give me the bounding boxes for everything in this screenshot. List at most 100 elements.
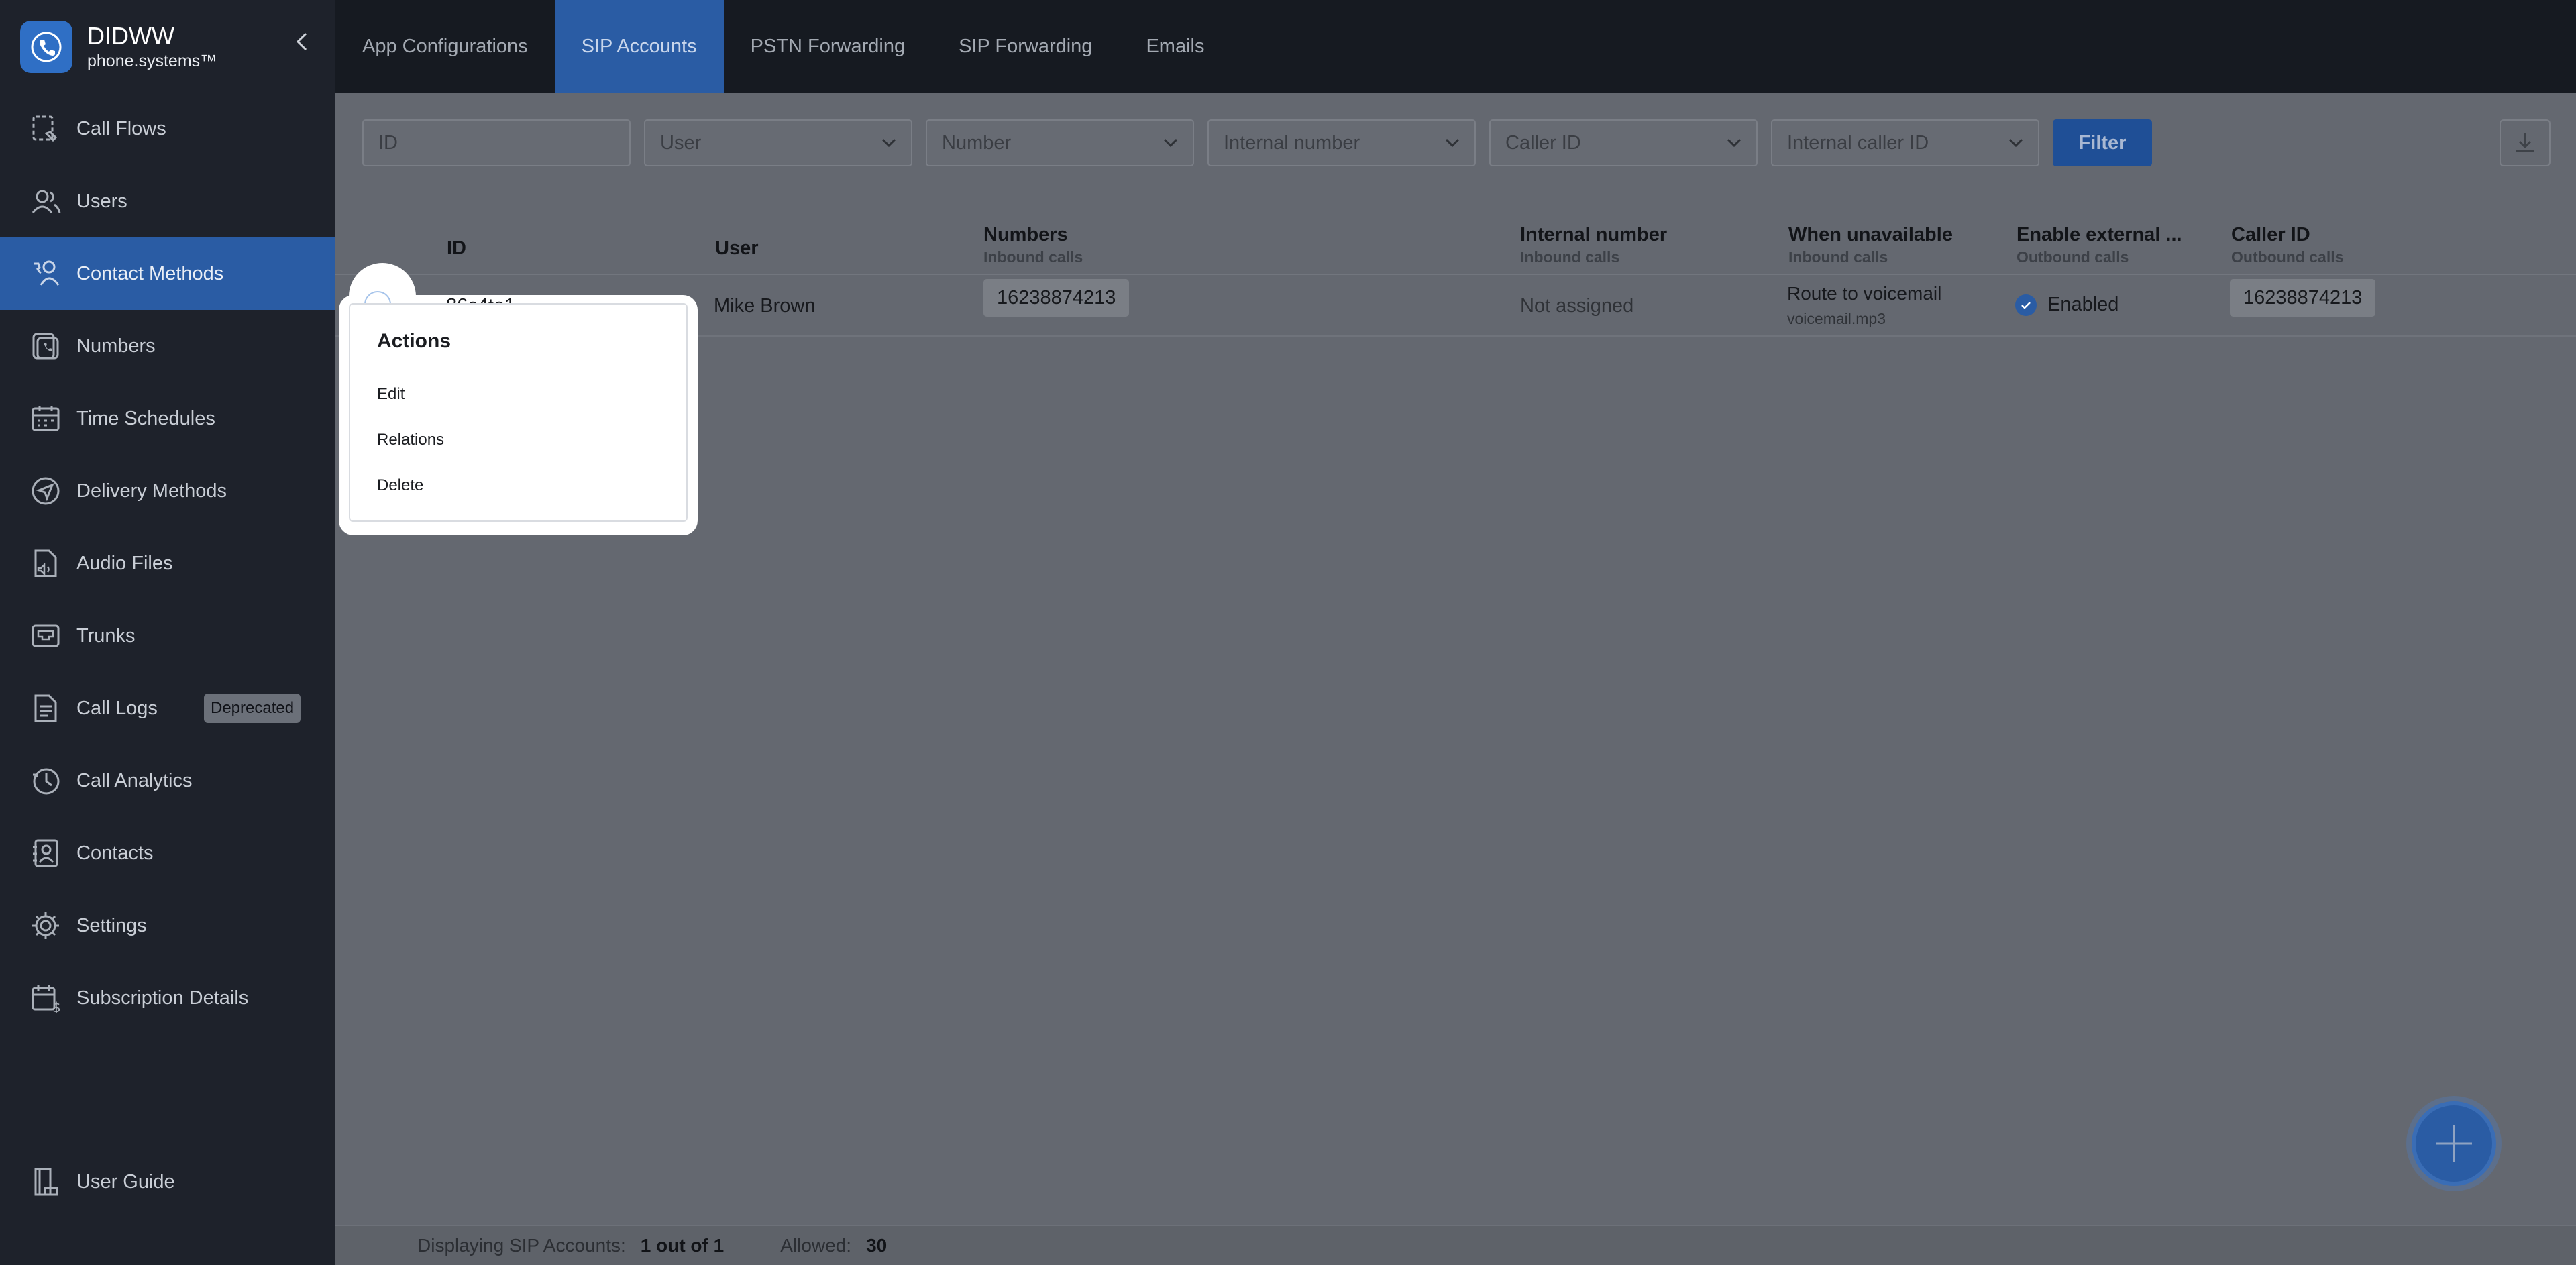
tab-app-configurations[interactable]: App Configurations <box>335 0 555 93</box>
number-filter-label: Number <box>942 131 1012 154</box>
action-relations[interactable]: Relations <box>377 431 444 449</box>
row-user: Mike Brown <box>714 295 816 317</box>
download-icon <box>2516 133 2534 152</box>
status-footer: Displaying SIP Accounts: 1 out of 1 Allo… <box>335 1225 2576 1265</box>
sidebar-item-label: Contact Methods <box>76 262 224 284</box>
sidebar-item-audio-files[interactable]: Audio Files <box>0 527 335 600</box>
table-header: ID User Numbers Inbound calls Internal n… <box>335 208 2576 275</box>
sidebar-item-call-flows[interactable]: Call Flows <box>0 93 335 165</box>
brand-name: DIDWW <box>87 22 174 50</box>
download-button[interactable] <box>2500 119 2551 166</box>
column-user[interactable]: User <box>715 236 759 260</box>
sidebar-item-label: Contacts <box>76 842 154 864</box>
filter-button[interactable]: Filter <box>2053 119 2152 166</box>
users-icon <box>30 185 62 217</box>
main-content: ID User Number Internal number Caller ID… <box>335 93 2576 1265</box>
sidebar-item-call-analytics[interactable]: Call Analytics <box>0 745 335 817</box>
sidebar-item-contact-methods[interactable]: Contact Methods <box>0 237 335 310</box>
sidebar-item-numbers[interactable]: Numbers <box>0 310 335 382</box>
contacts-icon <box>30 837 62 869</box>
chevron-down-icon <box>1727 138 1741 148</box>
column-enable-external-label: Enable external ... <box>2017 224 2182 245</box>
row-voicemail-file: voicemail.mp3 <box>1787 310 1886 327</box>
sidebar-item-label: Users <box>76 190 127 212</box>
column-internal-number[interactable]: Internal number Inbound calls <box>1520 223 1667 267</box>
tab-emails[interactable]: Emails <box>1119 0 1231 93</box>
checkmark-icon <box>2015 294 2037 317</box>
chevron-down-icon <box>1445 138 1460 148</box>
caller-id-filter-select[interactable]: Caller ID <box>1489 119 1758 166</box>
column-enable-external[interactable]: Enable external ... Outbound calls <box>2017 223 2182 267</box>
allowed-value: 30 <box>866 1235 888 1256</box>
displaying-label: Displaying SIP Accounts: <box>417 1235 626 1256</box>
user-filter-label: User <box>660 131 702 154</box>
sidebar-item-user-guide[interactable]: User Guide <box>0 1146 335 1218</box>
contact-methods-icon <box>30 258 62 290</box>
sidebar-item-trunks[interactable]: Trunks <box>0 600 335 672</box>
column-internal-number-label: Internal number <box>1520 224 1668 245</box>
chevron-down-icon <box>2008 138 2023 148</box>
sidebar: DIDWW phone.systems™ Call Flows Users Co… <box>0 0 335 1265</box>
trunk-icon <box>30 620 62 652</box>
sidebar-item-subscription-details[interactable]: $ Subscription Details <box>0 962 335 1034</box>
row-caller-id-chip[interactable]: 16238874213 <box>2230 279 2376 317</box>
sidebar-item-label: Call Flows <box>76 117 166 140</box>
phone-logo-icon <box>20 21 72 73</box>
internal-number-filter-label: Internal number <box>1224 131 1360 154</box>
top-tabs: App Configurations SIP Accounts PSTN For… <box>335 0 2576 93</box>
column-when-unavailable-sub: Inbound calls <box>1788 248 1888 266</box>
sidebar-item-delivery-methods[interactable]: Delivery Methods <box>0 455 335 527</box>
tab-sip-forwarding[interactable]: SIP Forwarding <box>932 0 1119 93</box>
document-icon <box>30 692 62 724</box>
chevron-left-icon <box>296 32 307 51</box>
action-delete[interactable]: Delete <box>377 476 423 495</box>
sidebar-item-label: Time Schedules <box>76 407 215 429</box>
plus-icon <box>2436 1125 2472 1162</box>
column-caller-id[interactable]: Caller ID Outbound calls <box>2231 223 2343 267</box>
action-edit[interactable]: Edit <box>377 385 405 404</box>
row-external-status: Enabled <box>2047 294 2119 315</box>
sidebar-item-label: Delivery Methods <box>76 480 227 502</box>
column-id-label: ID <box>447 237 466 259</box>
deprecated-badge: Deprecated <box>204 694 301 723</box>
svg-text:$: $ <box>52 999 61 1013</box>
internal-caller-id-filter-select[interactable]: Internal caller ID <box>1771 119 2039 166</box>
add-sip-account-button[interactable] <box>2412 1101 2496 1186</box>
collapse-sidebar-button[interactable] <box>288 28 315 55</box>
audio-file-icon <box>30 547 62 580</box>
caller-id-filter-label: Caller ID <box>1505 131 1581 154</box>
column-caller-id-label: Caller ID <box>2231 224 2310 245</box>
row-number-chip[interactable]: 16238874213 <box>983 279 1130 317</box>
column-user-label: User <box>715 237 759 259</box>
column-id[interactable]: ID <box>447 236 466 260</box>
subscription-icon: $ <box>30 982 62 1014</box>
column-caller-id-sub: Outbound calls <box>2231 248 2344 266</box>
sidebar-item-contacts[interactable]: Contacts <box>0 817 335 889</box>
tab-sip-accounts[interactable]: SIP Accounts <box>554 0 724 93</box>
column-numbers[interactable]: Numbers Inbound calls <box>983 223 1083 267</box>
sidebar-item-label: Call Analytics <box>76 769 193 791</box>
user-filter-select[interactable]: User <box>644 119 912 166</box>
displaying-value: 1 out of 1 <box>640 1235 724 1256</box>
internal-number-filter-select[interactable]: Internal number <box>1208 119 1476 166</box>
sidebar-item-settings[interactable]: Settings <box>0 889 335 962</box>
row-internal-number: Not assigned <box>1520 295 1634 317</box>
sidebar-item-users[interactable]: Users <box>0 165 335 237</box>
number-filter-select[interactable]: Number <box>926 119 1194 166</box>
sidebar-item-label: Settings <box>76 914 147 936</box>
column-enable-external-sub: Outbound calls <box>2017 248 2129 266</box>
brand[interactable]: DIDWW phone.systems™ <box>20 19 217 75</box>
chevron-down-icon <box>881 138 896 148</box>
tab-pstn-forwarding[interactable]: PSTN Forwarding <box>724 0 932 93</box>
sidebar-item-call-logs[interactable]: Call Logs Deprecated <box>0 672 335 745</box>
column-numbers-sub: Inbound calls <box>983 248 1083 266</box>
column-internal-number-sub: Inbound calls <box>1520 248 1620 266</box>
row-when-unavailable: Route to voicemail <box>1787 283 1942 304</box>
sidebar-item-label: Audio Files <box>76 552 173 574</box>
allowed-label: Allowed: <box>780 1235 852 1256</box>
sidebar-item-time-schedules[interactable]: Time Schedules <box>0 382 335 455</box>
user-guide-icon <box>30 1166 62 1198</box>
id-filter-input[interactable]: ID <box>362 119 631 166</box>
internal-caller-id-filter-label: Internal caller ID <box>1787 131 1929 154</box>
column-when-unavailable[interactable]: When unavailable Inbound calls <box>1788 223 1953 267</box>
